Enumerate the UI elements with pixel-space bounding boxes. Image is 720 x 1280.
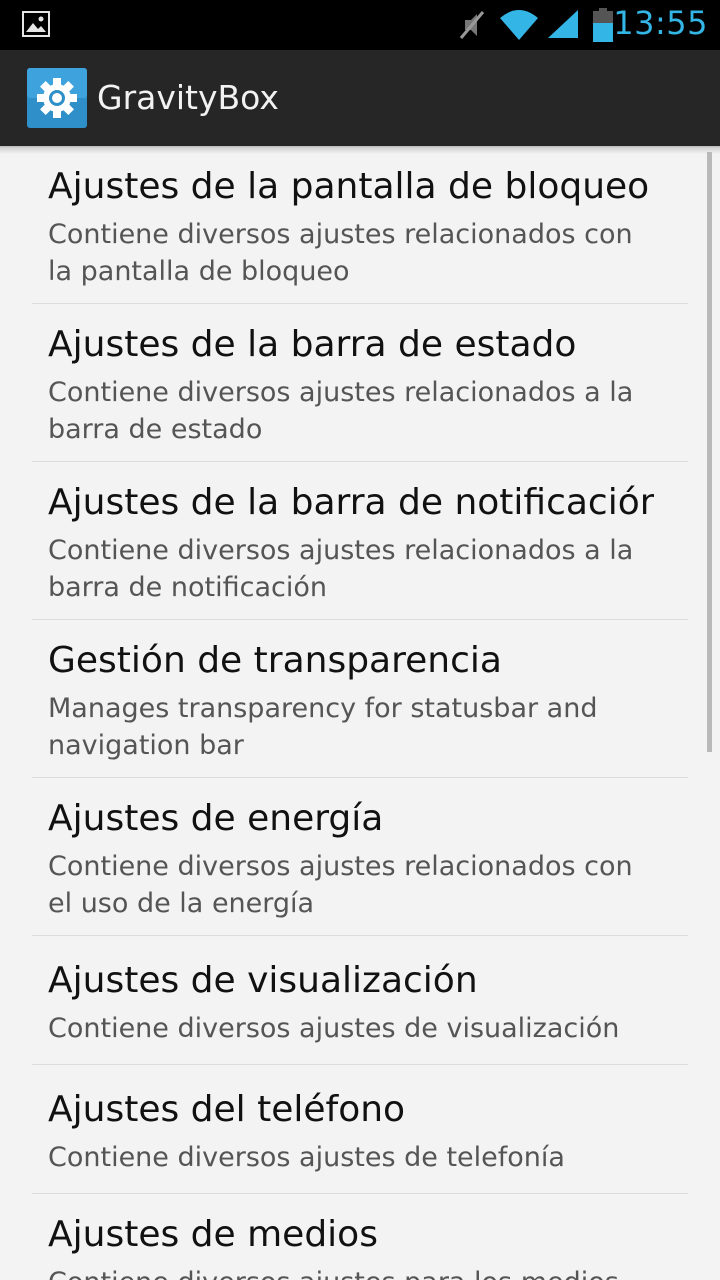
list-item[interactable]: Ajustes del teléfono Contiene diversos a…	[0, 1065, 720, 1193]
item-summary: Contiene diversos ajustes de telefonía	[48, 1142, 565, 1173]
preference-list[interactable]: Ajustes de la pantalla de bloqueo Contie…	[0, 146, 720, 1280]
status-bar: 13:55	[0, 0, 720, 50]
signal-icon	[548, 10, 578, 38]
item-title: Ajustes de la barra de estado	[48, 324, 577, 365]
settings-gear-icon[interactable]	[27, 68, 87, 128]
list-item[interactable]: Gestión de transparencia Manages transpa…	[0, 620, 720, 778]
item-summary: Contiene diversos ajustes de visualizaci…	[48, 1013, 620, 1044]
item-title: Ajustes de la barra de notificación	[48, 482, 654, 523]
status-clock: 13:55	[613, 4, 708, 42]
item-title: Ajustes del teléfono	[48, 1089, 406, 1130]
list-item[interactable]: Ajustes de la barra de notificación Cont…	[0, 462, 720, 620]
item-title: Ajustes de visualización	[48, 960, 478, 1001]
item-summary: Contiene diversos ajustes para los medio…	[48, 1264, 668, 1280]
item-summary: Manages transparency for statusbar and n…	[48, 693, 598, 761]
actionbar-shadow	[0, 146, 720, 154]
list-item[interactable]: Ajustes de energía Contiene diversos aju…	[0, 778, 720, 936]
image-notification-icon	[22, 11, 50, 37]
item-title: Ajustes de medios	[48, 1214, 378, 1255]
item-summary: Contiene diversos ajustes relacionados a…	[48, 377, 634, 445]
battery-icon	[593, 8, 613, 42]
action-bar: GravityBox	[0, 50, 720, 147]
list-item[interactable]: Ajustes de la pantalla de bloqueo Contie…	[0, 146, 720, 304]
item-title: Gestión de transparencia	[48, 640, 502, 681]
app-title: GravityBox	[97, 78, 279, 117]
item-title: Ajustes de energía	[48, 798, 384, 839]
item-title: Ajustes de la pantalla de bloqueo	[48, 166, 650, 207]
item-summary: Contiene diversos ajustes relacionados c…	[48, 851, 633, 919]
list-item[interactable]: Ajustes de la barra de estado Contiene d…	[0, 304, 720, 462]
list-item[interactable]: Ajustes de visualización Contiene divers…	[0, 936, 720, 1064]
list-item[interactable]: Ajustes de medios Contiene diversos ajus…	[0, 1194, 720, 1280]
item-summary: Contiene diversos ajustes relacionados a…	[48, 535, 634, 603]
item-summary: Contiene diversos ajustes relacionados c…	[48, 219, 633, 287]
scrollbar[interactable]	[707, 152, 712, 752]
mute-icon	[459, 11, 485, 39]
wifi-icon	[500, 10, 538, 40]
